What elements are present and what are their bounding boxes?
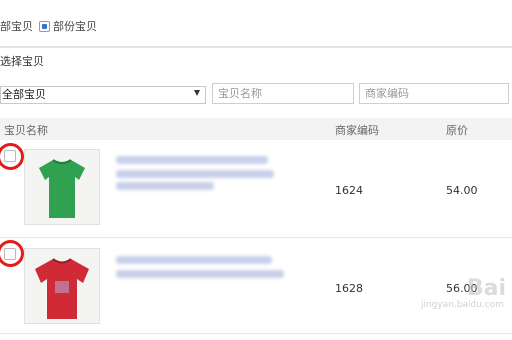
row-divider <box>0 237 512 238</box>
watermark-url: jingyan.baidu.com <box>420 300 504 310</box>
header-name: 宝贝名称 <box>4 124 48 137</box>
section-title: 选择宝贝 <box>0 55 44 68</box>
item-name-placeholder: 宝贝名称 <box>218 87 262 100</box>
product-thumbnail <box>24 149 100 225</box>
highlight-ring <box>0 143 24 170</box>
divider <box>0 46 512 48</box>
category-select[interactable]: 全部宝贝 <box>0 86 206 104</box>
highlight-ring <box>0 240 24 267</box>
header-price: 原价 <box>446 124 468 137</box>
product-title-blurred <box>116 256 272 264</box>
product-title-blurred <box>116 156 268 164</box>
radio-partial-label[interactable]: 部份宝贝 <box>53 18 97 34</box>
row-code: 1628 <box>335 282 363 295</box>
product-thumbnail <box>24 248 100 324</box>
row-divider <box>0 333 512 334</box>
table-header: 宝贝名称 商家编码 原价 <box>0 118 512 140</box>
row-code: 1624 <box>335 184 363 197</box>
merchant-code-placeholder: 商家编码 <box>365 87 409 100</box>
header-code: 商家编码 <box>335 124 379 137</box>
radio-all-label[interactable]: 部宝贝 <box>0 18 33 34</box>
red-tshirt-image <box>25 249 99 323</box>
category-select-value: 全部宝贝 <box>2 88 46 101</box>
radio-partial-items[interactable] <box>39 20 50 32</box>
merchant-code-input[interactable]: 商家编码 <box>359 83 509 104</box>
product-title-blurred <box>116 170 274 178</box>
scope-selector: 部宝贝 部份宝贝 <box>0 17 97 35</box>
watermark-logo: Bai <box>466 276 506 301</box>
chevron-down-icon <box>194 90 200 96</box>
row-price: 54.00 <box>446 184 478 197</box>
product-title-blurred <box>116 182 214 190</box>
product-title-blurred <box>116 270 284 278</box>
item-name-input[interactable]: 宝贝名称 <box>212 83 354 104</box>
green-tshirt-image <box>25 150 99 224</box>
